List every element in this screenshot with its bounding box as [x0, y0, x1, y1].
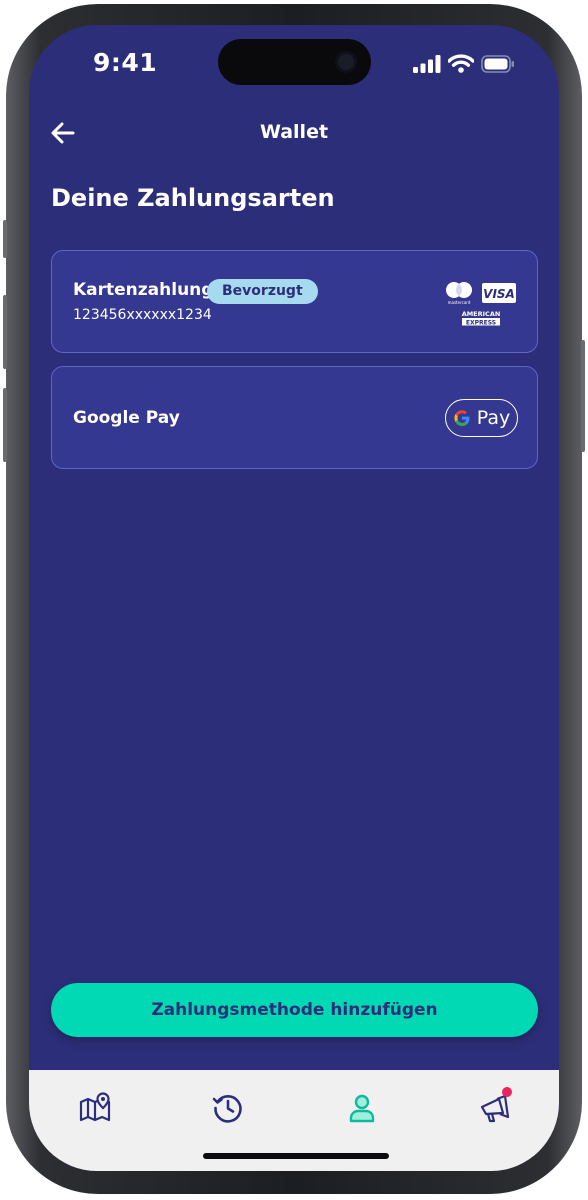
add-payment-method-button[interactable]: Zahlungsmethode hinzufügen — [51, 983, 538, 1037]
profile-icon — [349, 1094, 375, 1123]
payment-method-label: Google Pay — [73, 408, 180, 428]
history-icon — [212, 1095, 242, 1123]
visa-icon: VISA — [482, 283, 516, 303]
tab-map[interactable] — [75, 1088, 115, 1128]
card-number: 123456xxxxxx1234 — [73, 307, 212, 323]
action-button — [3, 220, 7, 258]
tab-profile[interactable] — [342, 1088, 382, 1128]
mastercard-wordmark: mastercard — [448, 300, 471, 305]
card-brand-logos: mastercard VISA AMERICAN EXPRESS — [444, 281, 518, 326]
visa-wordmark: VISA — [483, 287, 515, 301]
app-screen: 9:41 Wallet Deine Zahlungsarten Kartenza… — [29, 25, 559, 1171]
section-heading: Deine Zahlungsarten — [51, 184, 335, 212]
mastercard-icon: mastercard — [446, 282, 472, 305]
volume-down-button — [3, 388, 7, 462]
google-pay-text: Pay — [476, 407, 511, 429]
map-pin-icon — [79, 1092, 111, 1122]
front-camera — [335, 51, 357, 73]
amex-wordmark-top: AMERICAN — [462, 310, 501, 318]
american-express-icon: AMERICAN EXPRESS — [462, 310, 501, 326]
notification-dot — [502, 1087, 512, 1097]
tab-history[interactable] — [208, 1088, 248, 1128]
payment-method-label: Kartenzahlung — [73, 280, 214, 300]
amex-wordmark-bottom: EXPRESS — [466, 319, 496, 326]
google-pay-badge: Pay — [445, 399, 518, 437]
page-title: Wallet — [259, 121, 329, 143]
status-icons — [413, 54, 515, 73]
google-g-icon — [454, 410, 470, 426]
power-button — [581, 340, 585, 452]
navigation-bar: Wallet — [29, 111, 559, 155]
dynamic-island — [218, 39, 371, 85]
preferred-badge: Bevorzugt — [207, 279, 318, 304]
payment-method-card[interactable]: Kartenzahlung Bevorzugt 123456xxxxxx1234… — [51, 250, 538, 353]
tab-announcements[interactable] — [475, 1087, 515, 1128]
home-indicator[interactable] — [203, 1153, 389, 1159]
wifi-icon — [448, 54, 474, 73]
battery-icon — [481, 54, 514, 73]
cellular-signal-icon — [413, 54, 441, 73]
status-time: 9:41 — [93, 48, 158, 77]
volume-up-button — [3, 295, 7, 369]
payment-method-card[interactable]: Google Pay Pay — [51, 366, 538, 469]
